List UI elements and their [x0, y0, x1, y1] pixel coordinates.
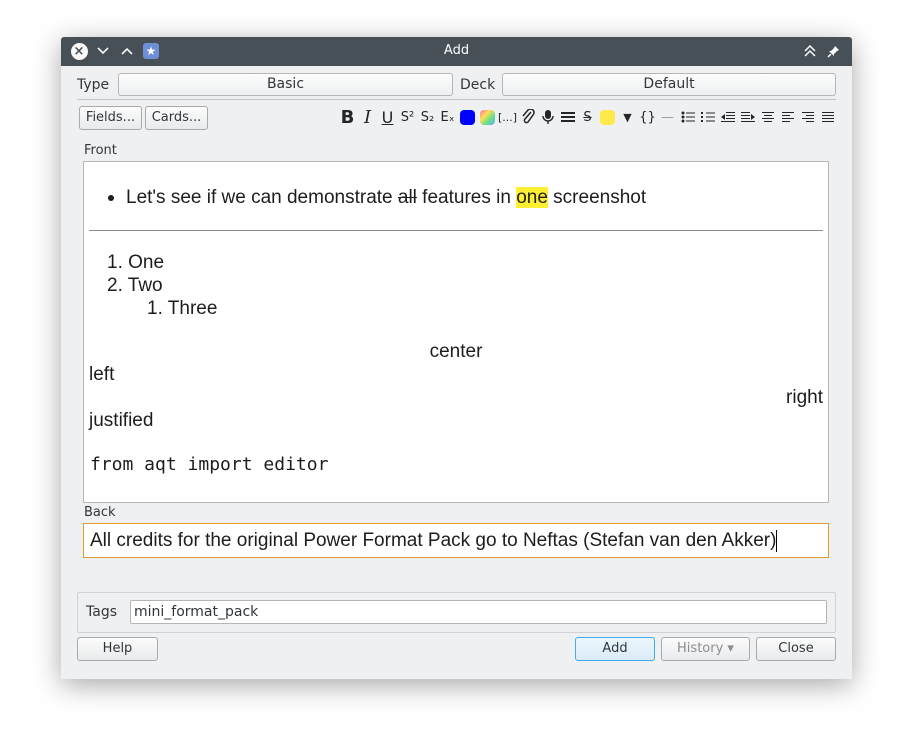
justified-text: justified: [89, 410, 154, 431]
cloze-button[interactable]: [...]: [498, 107, 517, 127]
fields-button[interactable]: Fields...: [79, 106, 142, 130]
back-field[interactable]: All credits for the original Power Forma…: [83, 523, 829, 558]
text-color-button[interactable]: [459, 107, 476, 127]
superscript-button[interactable]: S²: [399, 107, 416, 127]
bullet-list-item: Let's see if we can demonstrate all feat…: [108, 187, 646, 209]
front-label: Front: [84, 143, 117, 158]
deck-label: Deck: [460, 77, 496, 93]
strikethrough-text: all: [397, 187, 417, 208]
tags-area: Tags mini_format_pack: [77, 592, 836, 633]
tags-label: Tags: [86, 604, 117, 620]
tags-input[interactable]: mini_format_pack: [130, 600, 827, 624]
change-color-button[interactable]: [479, 107, 496, 127]
type-label: Type: [77, 77, 110, 93]
clear-format-button[interactable]: Eₓ: [439, 107, 456, 127]
align-center-button[interactable]: [759, 107, 776, 127]
align-left-button[interactable]: [779, 107, 796, 127]
text-cursor: [776, 529, 778, 552]
nested-list-item: 1. Three: [147, 298, 218, 319]
pin-button[interactable]: [823, 41, 843, 61]
subscript-button[interactable]: S₂: [419, 107, 436, 127]
editor-toolbar: B I U S² S₂ Eₓ [...] S ▼ {} —: [339, 107, 836, 128]
rainbow-swatch-icon: [480, 109, 495, 125]
bullet-icon: [108, 194, 114, 201]
paperclip-icon: [521, 109, 535, 124]
pin-icon: [826, 45, 839, 58]
align-right-icon: [801, 112, 814, 122]
align-justify-button[interactable]: [819, 107, 836, 127]
microphone-icon: [541, 110, 554, 124]
bullet-list-button[interactable]: [679, 107, 696, 127]
window-title: Add: [443, 43, 470, 58]
horizontal-rule-button[interactable]: —: [659, 107, 676, 127]
highlight-dropdown-button[interactable]: ▼: [619, 107, 636, 127]
highlighted-text: one: [516, 187, 548, 208]
right-aligned-text: right: [786, 387, 823, 408]
italic-button[interactable]: I: [359, 107, 376, 128]
deck-selector[interactable]: Default: [502, 73, 836, 96]
horizontal-rule: [89, 230, 823, 231]
indent-icon: [740, 112, 755, 122]
underline-button[interactable]: U: [379, 107, 396, 127]
outdent-button[interactable]: [719, 107, 736, 127]
add-window: × ★ Add Type Basic Deck Default Fields..…: [61, 37, 852, 679]
attach-button[interactable]: [519, 107, 536, 127]
bullet-list-icon: [681, 111, 695, 123]
keep-above-button[interactable]: [800, 41, 820, 61]
numbered-list-icon: [700, 112, 715, 122]
indent-button[interactable]: [739, 107, 756, 127]
align-center-icon: [761, 112, 774, 122]
text-color-swatch-icon: [460, 109, 475, 125]
left-aligned-text: left: [89, 364, 115, 385]
outdent-icon: [720, 112, 735, 122]
help-button[interactable]: Help: [77, 637, 158, 661]
align-left-icon: [781, 112, 794, 122]
back-label: Back: [84, 505, 116, 520]
bold-button[interactable]: B: [339, 107, 356, 128]
cards-button[interactable]: Cards...: [145, 106, 208, 130]
close-button[interactable]: Close: [756, 637, 836, 661]
front-field[interactable]: Let's see if we can demonstrate all feat…: [83, 161, 829, 503]
title-bar: × ★ Add: [61, 37, 852, 66]
hamburger-icon: [560, 112, 575, 122]
ordered-list-item: 1. One: [107, 252, 165, 273]
numbered-list-button[interactable]: [699, 107, 716, 127]
record-audio-button[interactable]: [539, 107, 556, 127]
note-type-selector[interactable]: Basic: [118, 73, 453, 96]
code-text: from aqt import editor: [90, 454, 329, 475]
strikethrough-button[interactable]: S: [579, 107, 596, 127]
align-right-button[interactable]: [799, 107, 816, 127]
more-button[interactable]: [559, 107, 576, 127]
center-aligned-text: center: [429, 341, 483, 362]
history-button[interactable]: History ▾: [661, 637, 750, 661]
align-justify-icon: [821, 112, 834, 122]
back-text: All credits for the original Power Forma…: [90, 530, 777, 551]
ordered-list-item: 2. Two: [107, 275, 163, 296]
highlight-button[interactable]: [599, 107, 616, 127]
add-button[interactable]: Add: [575, 637, 655, 661]
highlight-swatch-icon: [600, 109, 615, 125]
code-button[interactable]: {}: [639, 107, 656, 127]
double-chevron-up-icon: [804, 45, 816, 57]
divider: [77, 99, 836, 100]
